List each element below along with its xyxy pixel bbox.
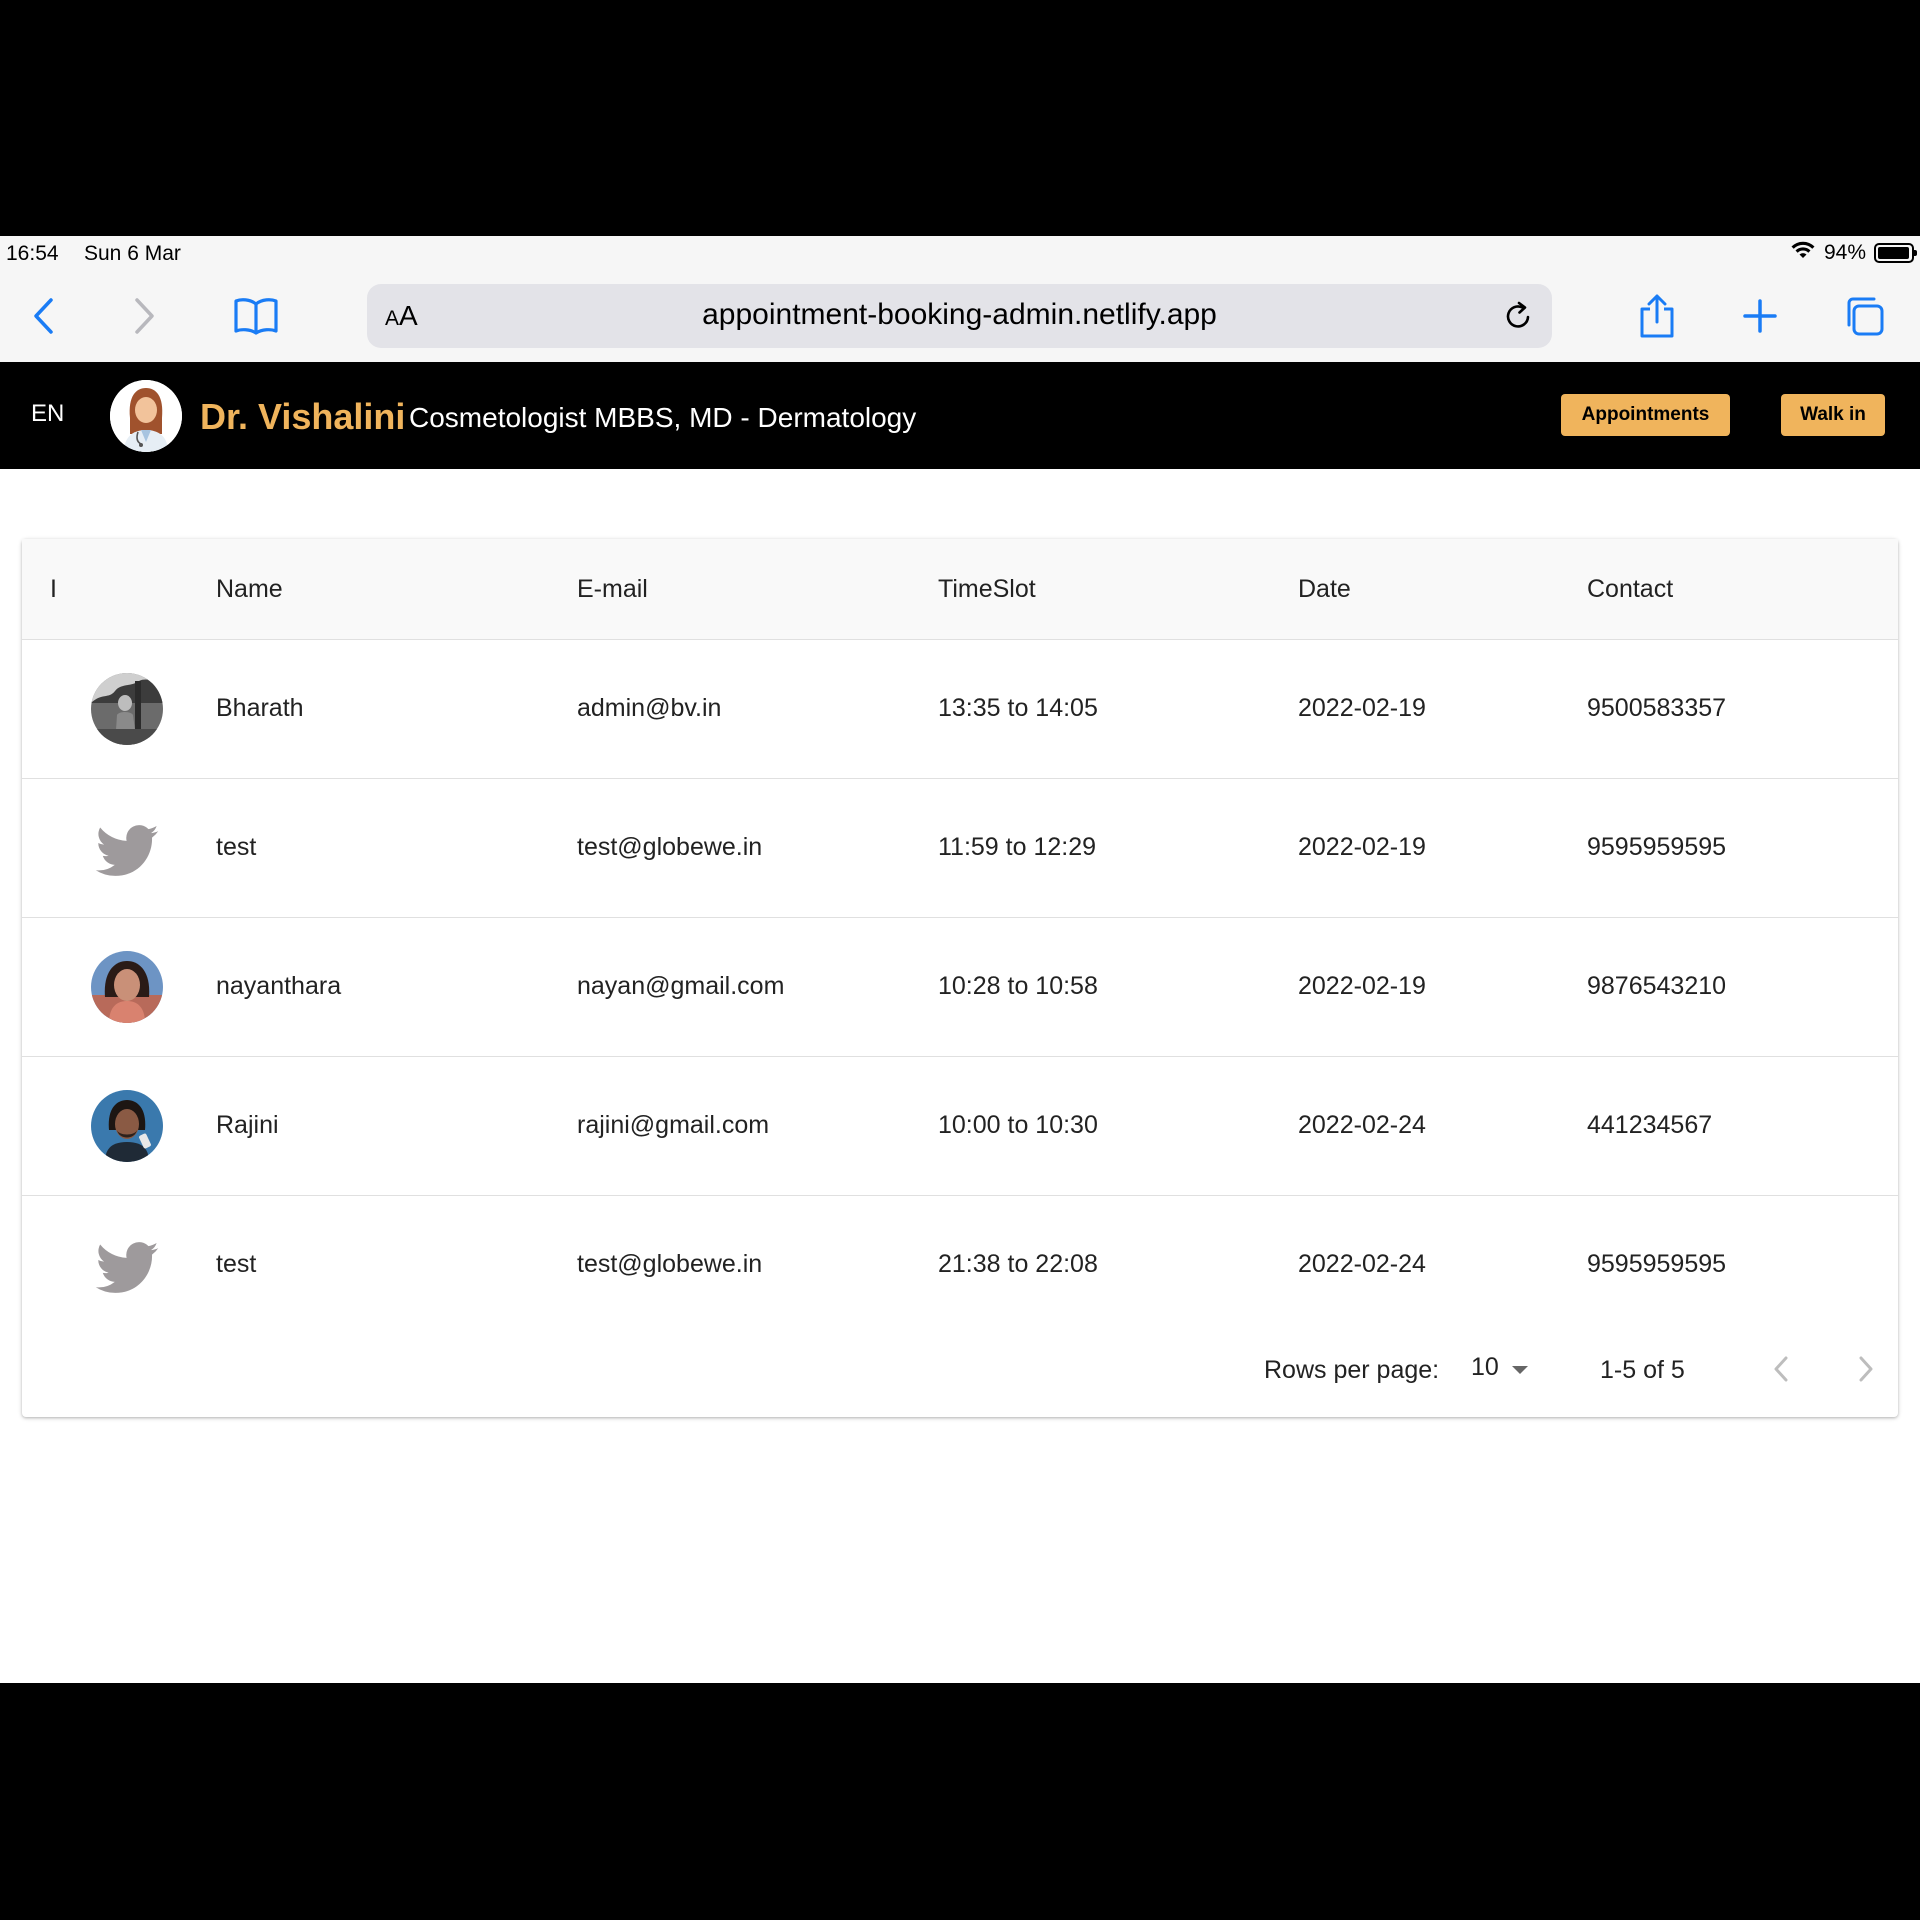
appointment-date: 2022-02-19: [1298, 833, 1426, 861]
appointments-button[interactable]: Appointments: [1561, 394, 1730, 436]
tabs-overview-icon[interactable]: [1838, 290, 1890, 342]
battery-percent: 94%: [1823, 241, 1866, 264]
forward-icon[interactable]: [119, 290, 171, 342]
address-bar[interactable]: AA appointment-booking-admin.netlify.app: [367, 284, 1552, 348]
appointment-date: 2022-02-19: [1298, 694, 1426, 722]
bookmarks-icon[interactable]: [230, 290, 282, 342]
user-email: test@globewe.in: [577, 833, 763, 861]
user-avatar: [91, 951, 163, 1023]
table-row[interactable]: test test@globewe.in 11:59 to 12:29 2022…: [22, 778, 1898, 918]
previous-page-icon[interactable]: [1761, 1349, 1801, 1389]
browser-toolbar: AA appointment-booking-admin.netlify.app: [0, 270, 1920, 363]
share-icon[interactable]: [1631, 290, 1683, 342]
time-slot: 13:35 to 14:05: [938, 694, 1098, 722]
time-slot: 10:00 to 10:30: [938, 1111, 1098, 1139]
pagination-range: 1-5 of 5: [1600, 1356, 1685, 1384]
user-avatar: [91, 673, 163, 745]
table-pagination: Rows per page: 10 1-5 of 5: [22, 1339, 1898, 1399]
column-header-index[interactable]: I: [50, 575, 57, 604]
wifi-icon: [1790, 240, 1816, 266]
appointment-date: 2022-02-24: [1298, 1111, 1426, 1139]
user-email: rajini@gmail.com: [577, 1111, 770, 1139]
table-header: I Name E-mail TimeSlot Date Contact: [22, 539, 1898, 640]
doctor-name: Dr. Vishalini: [200, 396, 406, 437]
table-row[interactable]: nayanthara nayan@gmail.com 10:28 to 10:5…: [22, 917, 1898, 1057]
safari-screen: 16:54 Sun 6 Mar 94% AA appointment-booki…: [0, 236, 1920, 1683]
new-tab-icon[interactable]: [1734, 290, 1786, 342]
column-header-timeslot[interactable]: TimeSlot: [938, 575, 1036, 604]
contact-number: 9500583357: [1587, 694, 1727, 722]
walk-in-button[interactable]: Walk in: [1781, 394, 1885, 436]
table-row[interactable]: Rajini rajini@gmail.com 10:00 to 10:30 2…: [22, 1056, 1898, 1196]
user-avatar: [91, 1090, 163, 1162]
user-name: Bharath: [216, 694, 304, 722]
contact-number: 441234567: [1587, 1111, 1713, 1139]
time-slot: 11:59 to 12:29: [938, 833, 1097, 861]
doctor-title: Cosmetologist MBBS, MD - Dermatology: [409, 402, 917, 433]
doctor-avatar: [110, 380, 182, 452]
time-slot: 10:28 to 10:58: [938, 972, 1098, 1000]
user-name: nayanthara: [216, 972, 342, 1000]
battery-icon: [1874, 243, 1917, 263]
rows-per-page-select[interactable]: 10: [1471, 1353, 1529, 1382]
appointment-date: 2022-02-19: [1298, 972, 1426, 1000]
table-row[interactable]: Bharath admin@bv.in 13:35 to 14:05 2022-…: [22, 639, 1898, 779]
column-header-email[interactable]: E-mail: [577, 575, 648, 604]
contact-number: 9876543210: [1587, 972, 1727, 1000]
appointments-table: I Name E-mail TimeSlot Date Contact Bhar…: [22, 539, 1898, 1417]
status-bar: 16:54 Sun 6 Mar 94%: [0, 236, 1920, 270]
language-selector[interactable]: EN: [31, 400, 64, 428]
app-header: EN Dr. Vishalini Cosmetologist MBBS, MD …: [0, 362, 1920, 469]
column-header-contact[interactable]: Contact: [1587, 575, 1673, 604]
back-icon[interactable]: [17, 290, 69, 342]
rows-per-page-label: Rows per page:: [1264, 1356, 1440, 1384]
dropdown-arrow-icon[interactable]: [1511, 1353, 1529, 1382]
column-header-date[interactable]: Date: [1298, 575, 1351, 604]
user-name: Rajini: [216, 1111, 279, 1139]
next-page-icon[interactable]: [1846, 1349, 1886, 1389]
time-slot: 21:38 to 22:08: [938, 1250, 1098, 1278]
user-name: test: [216, 833, 257, 861]
twitter-bird-icon: [91, 812, 163, 884]
column-header-name[interactable]: Name: [216, 575, 283, 604]
user-name: test: [216, 1250, 257, 1278]
status-indicators: 94%: [1790, 240, 1917, 266]
status-time: 16:54: [6, 242, 59, 265]
user-email: admin@bv.in: [577, 694, 722, 722]
user-email: test@globewe.in: [577, 1250, 763, 1278]
status-date: Sun 6 Mar: [84, 242, 181, 265]
table-row[interactable]: test test@globewe.in 21:38 to 22:08 2022…: [22, 1195, 1898, 1334]
reload-icon[interactable]: [1498, 296, 1538, 336]
url-text[interactable]: appointment-booking-admin.netlify.app: [367, 298, 1552, 332]
contact-number: 9595959595: [1587, 1250, 1727, 1278]
user-email: nayan@gmail.com: [577, 972, 785, 1000]
rows-per-page-value[interactable]: 10: [1471, 1353, 1499, 1382]
contact-number: 9595959595: [1587, 833, 1727, 861]
appointment-date: 2022-02-24: [1298, 1250, 1426, 1278]
twitter-bird-icon: [91, 1229, 163, 1301]
